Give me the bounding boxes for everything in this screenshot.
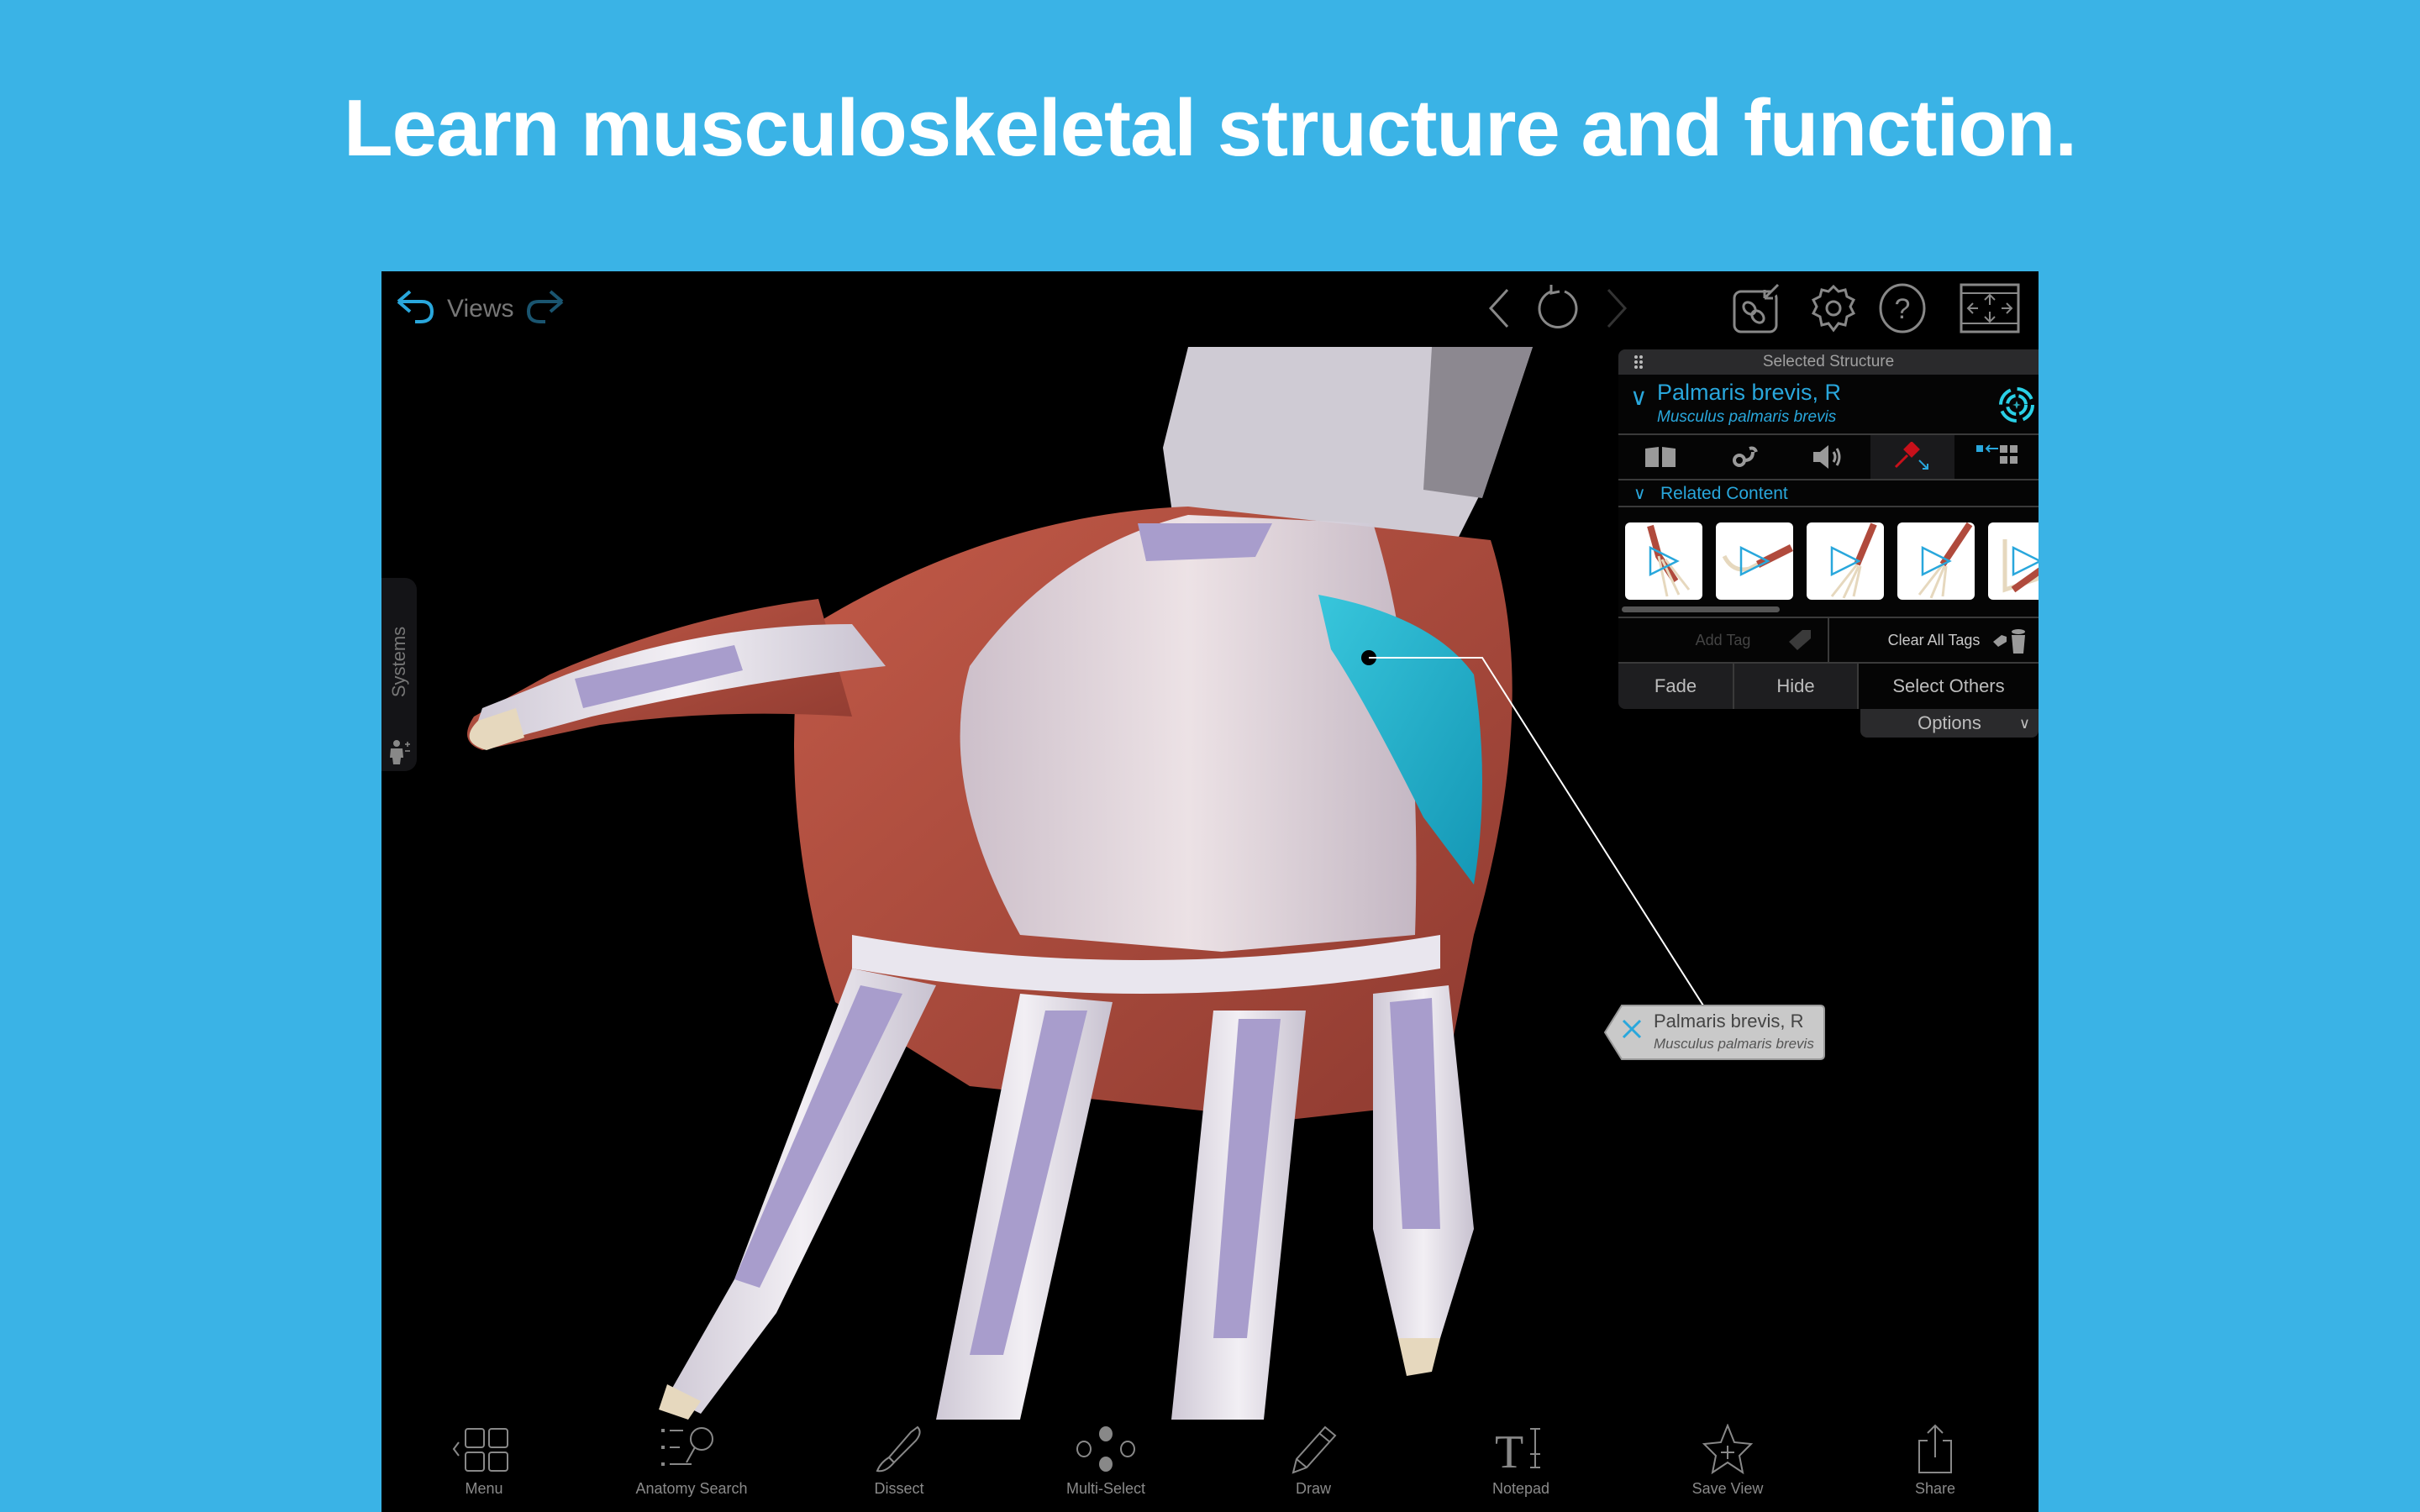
svg-text:T: T (1495, 1426, 1523, 1474)
svg-text:?: ? (1895, 293, 1911, 325)
save-view-icon (1702, 1424, 1754, 1474)
hide-button[interactable]: Hide (1733, 664, 1857, 709)
multi-select-label: Multi-Select (1065, 1480, 1146, 1497)
notepad-label: Notepad (1491, 1480, 1550, 1497)
structure-pin-label[interactable]: Palmaris brevis, R Musculus palmaris bre… (1603, 1004, 1826, 1061)
focus-target-icon[interactable] (1998, 386, 2035, 423)
fullscreen-icon[interactable] (1960, 283, 2020, 333)
tag-icon (1789, 630, 1811, 650)
views-label[interactable]: Views (447, 295, 513, 323)
share-button[interactable]: Share (1851, 1420, 2019, 1498)
trash-tag-icon (1993, 629, 2025, 654)
undo-icon[interactable] (393, 290, 440, 328)
pin-icon[interactable] (1870, 435, 1954, 479)
back-icon[interactable] (1484, 283, 1514, 333)
notepad-button[interactable]: T Notepad (1437, 1420, 1605, 1498)
multi-select-button[interactable]: Multi-Select (1022, 1420, 1190, 1498)
app-window: Views ? Systems Selected Structure ∨ Pal… (381, 271, 2039, 1512)
save-view-label: Save View (1691, 1480, 1764, 1497)
options-chevron-icon: ∨ (2018, 715, 2030, 732)
top-toolbar: Views ? (381, 271, 2039, 347)
structure-tools (1618, 435, 2039, 480)
audio-icon[interactable] (1786, 435, 1870, 479)
anatomy-search-label: Anatomy Search (635, 1480, 748, 1497)
related-thumbnail-animation-4[interactable] (1897, 522, 1975, 600)
bottom-toolbar: Menu Anatomy Search Dissect Multi-Select… (381, 1420, 2039, 1512)
menu-icon (452, 1428, 508, 1472)
notepad-icon: T (1495, 1426, 1540, 1474)
headline: Learn musculoskeletal structure and func… (343, 83, 2077, 173)
draw-label: Draw (1295, 1480, 1331, 1497)
options-label: Options (1918, 712, 1981, 733)
draw-button[interactable]: Draw (1229, 1420, 1397, 1498)
options-dropdown[interactable]: Options ∨ (1860, 709, 2039, 738)
stethoscope-icon[interactable] (1702, 435, 1786, 479)
redo-icon[interactable] (520, 290, 567, 328)
tag-controls: Add Tag Clear All Tags (1618, 617, 2039, 662)
thumbnails-scrollbar[interactable] (1622, 606, 1780, 612)
play-icon (1830, 545, 1861, 577)
related-thumbnail-animation-5[interactable] (1988, 522, 2039, 600)
settings-icon[interactable] (1808, 283, 1859, 333)
related-content-header[interactable]: ∨ Related Content (1618, 480, 2039, 507)
systems-tab[interactable]: Systems (381, 578, 417, 771)
add-tag-button[interactable]: Add Tag (1618, 618, 1828, 662)
structure-latin-name: Musculus palmaris brevis (1657, 408, 1837, 426)
related-thumbnails (1618, 507, 2039, 617)
share-icon (1918, 1424, 1952, 1473)
panel-header[interactable]: Selected Structure (1618, 349, 2039, 375)
body-figure-icon[interactable] (388, 739, 410, 764)
views-control: Views (393, 290, 567, 328)
drag-handle-icon[interactable] (1634, 354, 1644, 370)
share-label: Share (1914, 1480, 1956, 1497)
related-thumbnail-animation-2[interactable] (1716, 522, 1793, 600)
menu-label: Menu (465, 1480, 503, 1497)
dissect-label: Dissect (874, 1480, 924, 1497)
collapse-chevron-icon[interactable]: ∨ (1630, 383, 1648, 411)
related-chevron-icon[interactable]: ∨ (1634, 483, 1646, 504)
pencil-icon (1292, 1425, 1337, 1474)
clear-all-tags-button[interactable]: Clear All Tags (1828, 618, 2039, 662)
structure-actions: Fade Hide Select Others (1618, 662, 2039, 709)
related-thumbnail-animation-1[interactable] (1625, 522, 1702, 600)
scalpel-icon (876, 1425, 921, 1473)
link-icon[interactable] (1731, 283, 1781, 335)
help-icon[interactable]: ? (1877, 283, 1928, 333)
selected-structure-panel: Selected Structure ∨ Palmaris brevis, R … (1618, 349, 2039, 738)
panel-title: Selected Structure (1762, 353, 1895, 370)
book-icon[interactable] (1618, 435, 1702, 479)
pin-structure-latin: Musculus palmaris brevis (1654, 1036, 1814, 1052)
clear-all-tags-label: Clear All Tags (1887, 631, 1981, 648)
select-others-button[interactable]: Select Others (1857, 664, 2039, 709)
systems-label: Systems (388, 626, 410, 698)
close-pin-icon[interactable] (1620, 1017, 1644, 1041)
multi-select-icon (1076, 1426, 1135, 1472)
save-view-button[interactable]: Save View (1644, 1420, 1812, 1498)
isolate-icon[interactable] (1954, 435, 2039, 479)
anatomy-search-button[interactable]: Anatomy Search (608, 1420, 776, 1498)
related-thumbnail-animation-3[interactable] (1807, 522, 1884, 600)
anatomy-search-icon (661, 1427, 713, 1466)
add-tag-label: Add Tag (1695, 631, 1751, 648)
reset-rotation-icon[interactable] (1533, 283, 1583, 333)
structure-name: Palmaris brevis, R (1657, 380, 1842, 405)
related-content-label: Related Content (1660, 484, 1788, 503)
dissect-button[interactable]: Dissect (815, 1420, 983, 1498)
menu-button[interactable]: Menu (400, 1420, 568, 1498)
pin-structure-name: Palmaris brevis, R (1654, 1011, 1804, 1032)
forward-icon[interactable] (1602, 283, 1632, 333)
fade-button[interactable]: Fade (1618, 664, 1733, 709)
selected-structure: ∨ Palmaris brevis, R Musculus palmaris b… (1618, 375, 2039, 435)
